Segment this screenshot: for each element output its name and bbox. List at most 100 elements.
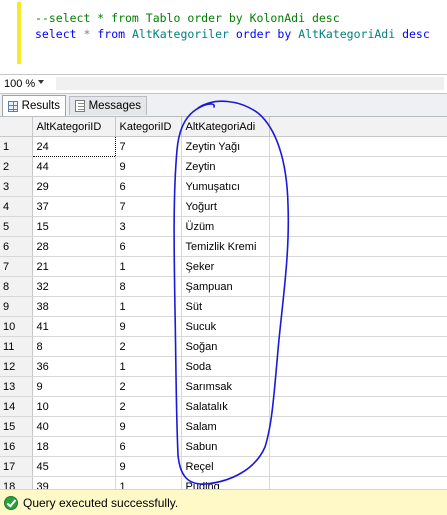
table-row[interactable]: 11 8 2 Soğan	[0, 336, 447, 357]
cell-altkategoriid[interactable]: 45	[32, 456, 116, 477]
table-row[interactable]: 7 21 1 Şeker	[0, 256, 447, 277]
query-editor[interactable]: --select * from Tablo order by KolonAdi …	[0, 0, 447, 72]
cell-kategoriid[interactable]: 2	[115, 396, 182, 417]
row-number[interactable]: 5	[0, 216, 33, 237]
table-row[interactable]: 6 28 6 Temizlik Kremi	[0, 236, 447, 257]
cell-altkategoriid[interactable]: 41	[32, 316, 116, 337]
cell-altkategoriid[interactable]: 24	[31, 136, 116, 157]
cell-kategoriid[interactable]: 1	[115, 356, 182, 377]
cell-altkategoriadi[interactable]: Reçel	[181, 456, 270, 477]
cell-altkategoriid[interactable]: 18	[32, 436, 116, 457]
cell-kategoriid[interactable]: 6	[115, 236, 182, 257]
cell-altkategoriadi[interactable]: Salatalık	[181, 396, 270, 417]
cell-kategoriid[interactable]: 9	[115, 416, 182, 437]
column-header[interactable]: AltKategoriID	[32, 117, 116, 137]
cell-altkategoriadi[interactable]: Üzüm	[181, 216, 270, 237]
cell-altkategoriid[interactable]: 15	[32, 216, 116, 237]
table-row[interactable]: 3 29 6 Yumuşatıcı	[0, 176, 447, 197]
cell-altkategoriadi[interactable]: Salam	[181, 416, 270, 437]
row-number[interactable]: 17	[0, 456, 33, 477]
cell-kategoriid[interactable]: 1	[115, 296, 182, 317]
cell-altkategoriadi[interactable]: Sabun	[181, 436, 270, 457]
results-grid[interactable]: AltKategoriID KategoriID AltKategoriAdi …	[0, 117, 447, 497]
table-row[interactable]: 10 41 9 Sucuk	[0, 316, 447, 337]
cell-altkategoriid[interactable]: 9	[32, 376, 116, 397]
keyword-order-by: order by	[235, 27, 292, 41]
cell-kategoriid[interactable]: 9	[115, 316, 182, 337]
row-number[interactable]: 10	[0, 316, 33, 337]
row-number[interactable]: 11	[0, 336, 33, 357]
table-row[interactable]: 12 36 1 Soda	[0, 356, 447, 377]
grid-corner[interactable]	[0, 117, 33, 137]
row-number[interactable]: 2	[0, 156, 33, 177]
cell-altkategoriid[interactable]: 38	[32, 296, 116, 317]
cell-altkategoriadi[interactable]: Süt	[181, 296, 270, 317]
cell-altkategoriid[interactable]: 29	[32, 176, 116, 197]
cell-altkategoriid[interactable]: 28	[32, 236, 116, 257]
cell-kategoriid[interactable]: 3	[115, 216, 182, 237]
row-number[interactable]: 8	[0, 276, 33, 297]
table-row[interactable]: 16 18 6 Sabun	[0, 436, 447, 457]
cell-kategoriid[interactable]: 9	[115, 456, 182, 477]
row-number[interactable]: 3	[0, 176, 33, 197]
cell-altkategoriadi[interactable]: Sarımsak	[181, 376, 270, 397]
cell-altkategoriadi[interactable]: Zeytin	[181, 156, 270, 177]
cell-altkategoriid[interactable]: 37	[32, 196, 116, 217]
table-row[interactable]: 14 10 2 Salatalık	[0, 396, 447, 417]
table-row[interactable]: 15 40 9 Salam	[0, 416, 447, 437]
cell-kategoriid[interactable]: 2	[115, 336, 182, 357]
cell-altkategoriid[interactable]: 32	[32, 276, 116, 297]
cell-altkategoriadi[interactable]: Temizlik Kremi	[181, 236, 270, 257]
row-number[interactable]: 4	[0, 196, 33, 217]
cell-altkategoriadi[interactable]: Soda	[181, 356, 270, 377]
row-number[interactable]: 16	[0, 436, 33, 457]
cell-altkategoriid[interactable]: 36	[32, 356, 116, 377]
table-row[interactable]: 8 32 8 Şampuan	[0, 276, 447, 297]
table-row[interactable]: 9 38 1 Süt	[0, 296, 447, 317]
cell-altkategoriid[interactable]: 10	[32, 396, 116, 417]
chevron-down-icon[interactable]	[38, 80, 44, 84]
row-number[interactable]: 15	[0, 416, 33, 437]
cell-kategoriid[interactable]: 6	[115, 436, 182, 457]
cell-kategoriid[interactable]: 7	[115, 196, 182, 217]
cell-altkategoriadi[interactable]: Yoğurt	[181, 196, 270, 217]
cell-altkategoriadi[interactable]: Sucuk	[181, 316, 270, 337]
cell-altkategoriadi[interactable]: Soğan	[181, 336, 270, 357]
tab-results[interactable]: Results	[2, 95, 66, 116]
cell-altkategoriadi[interactable]: Şeker	[181, 256, 270, 277]
table-row[interactable]: 1 24 7 Zeytin Yağı	[0, 136, 447, 157]
cell-altkategoriadi[interactable]: Zeytin Yağı	[181, 136, 270, 157]
table-row[interactable]: 4 37 7 Yoğurt	[0, 196, 447, 217]
cell-altkategoriadi[interactable]: Şampuan	[181, 276, 270, 297]
row-number[interactable]: 1	[0, 136, 33, 157]
cell-kategoriid[interactable]: 6	[115, 176, 182, 197]
column-header[interactable]: AltKategoriAdi	[181, 117, 270, 137]
row-number[interactable]: 13	[0, 376, 33, 397]
grid-row-filler	[269, 136, 447, 157]
code-line-comment[interactable]: --select * from Tablo order by KolonAdi …	[35, 11, 340, 26]
cell-kategoriid[interactable]: 2	[115, 376, 182, 397]
table-row[interactable]: 2 44 9 Zeytin	[0, 156, 447, 177]
table-row[interactable]: 17 45 9 Reçel	[0, 456, 447, 477]
cell-altkategoriid[interactable]: 21	[32, 256, 116, 277]
cell-kategoriid[interactable]: 1	[115, 256, 182, 277]
row-number[interactable]: 9	[0, 296, 33, 317]
column-header[interactable]: KategoriID	[115, 117, 182, 137]
code-line-query[interactable]: select * from AltKategoriler order by Al…	[35, 27, 430, 42]
cell-altkategoriid[interactable]: 44	[32, 156, 116, 177]
zoom-dropdown[interactable]: 100 %	[2, 76, 50, 91]
row-number[interactable]: 6	[0, 236, 33, 257]
horizontal-scrollbar[interactable]	[56, 77, 444, 90]
table-row[interactable]: 13 9 2 Sarımsak	[0, 376, 447, 397]
row-number[interactable]: 7	[0, 256, 33, 277]
cell-kategoriid[interactable]: 7	[115, 136, 182, 157]
cell-altkategoriadi[interactable]: Yumuşatıcı	[181, 176, 270, 197]
cell-kategoriid[interactable]: 9	[115, 156, 182, 177]
cell-kategoriid[interactable]: 8	[115, 276, 182, 297]
cell-altkategoriid[interactable]: 40	[32, 416, 116, 437]
table-row[interactable]: 5 15 3 Üzüm	[0, 216, 447, 237]
cell-altkategoriid[interactable]: 8	[32, 336, 116, 357]
row-number[interactable]: 12	[0, 356, 33, 377]
row-number[interactable]: 14	[0, 396, 33, 417]
tab-messages[interactable]: Messages	[69, 96, 147, 115]
